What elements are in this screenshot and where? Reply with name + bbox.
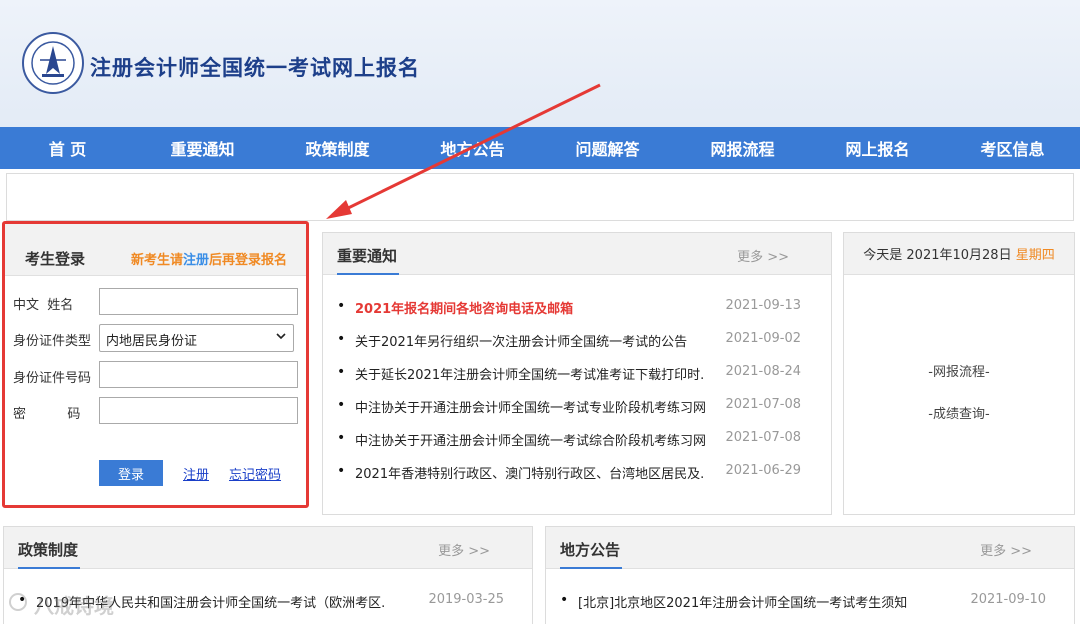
score-query-link[interactable]: -成绩查询-	[844, 403, 1074, 422]
list-item[interactable]: • [北京]北京地区2021年注册会计师全国统一考试考生须知 2021-09-10	[560, 589, 1046, 622]
login-tip-register-link[interactable]: 注册	[183, 253, 209, 268]
id-type-label: 身份证件类型	[13, 334, 92, 349]
id-number-input[interactable]	[99, 361, 298, 388]
login-tip: 新考生请注册后再登录报名	[131, 249, 287, 268]
news-title[interactable]: 关于延长2021年注册会计师全国统一考试准考证下载打印时...	[355, 364, 705, 383]
today-date: 今天是 2021年10月28日	[863, 248, 1012, 263]
id-number-row: 身份证件号码	[5, 361, 305, 389]
nav-faq[interactable]: 问题解答	[540, 127, 675, 169]
login-tip-suffix: 后再登录报名	[209, 253, 288, 268]
policy-header: 政策制度 更多 >>	[4, 527, 532, 569]
nav-home[interactable]: 首 页	[0, 127, 135, 169]
bullet-icon: •	[337, 463, 346, 479]
password-row: 密 码	[5, 397, 305, 425]
policy-more-link[interactable]: 更多 >>	[438, 540, 490, 559]
login-button[interactable]: 登录	[99, 460, 163, 486]
local-panel: 地方公告 更多 >> • [北京]北京地区2021年注册会计师全国统一考试考生须知…	[545, 526, 1075, 624]
local-title: 地方公告	[560, 541, 621, 559]
password-label: 密 码	[13, 407, 81, 422]
list-item[interactable]: • 关于2021年另行组织一次注册会计师全国统一考试的公告 2021-09-02	[337, 328, 801, 361]
main-nav: 首 页 重要通知 政策制度 地方公告 问题解答 网报流程 网上报名 考区信息	[0, 127, 1080, 169]
password-input[interactable]	[99, 397, 298, 424]
news-date: 2021-07-08	[725, 397, 801, 412]
news-date: 2019-03-25	[428, 592, 504, 607]
nav-notices[interactable]: 重要通知	[135, 127, 270, 169]
list-item[interactable]: • 2021年香港特别行政区、澳门特别行政区、台湾地区居民及... 2021-06-…	[337, 460, 801, 493]
news-date: 2021-07-08	[725, 430, 801, 445]
forgot-password-link[interactable]: 忘记密码	[229, 464, 281, 483]
name-label: 中文 姓名	[13, 298, 74, 313]
site-title: 注册会计师全国统一考试网上报名	[90, 56, 420, 80]
cicpa-logo-icon	[22, 32, 84, 94]
process-link[interactable]: -网报流程-	[844, 361, 1074, 380]
today-header: 今天是 2021年10月28日 星期四	[844, 233, 1074, 275]
news-date: 2021-09-10	[970, 592, 1046, 607]
login-header: 考生登录 新考生请注册后再登录报名	[5, 224, 306, 276]
login-tip-prefix: 新考生请	[131, 253, 184, 268]
news-date: 2021-09-13	[725, 298, 801, 313]
bullet-icon: •	[337, 430, 346, 446]
banner-area	[6, 173, 1074, 221]
nav-online-registration[interactable]: 网上报名	[810, 127, 945, 169]
news-title[interactable]: 2021年报名期间各地咨询电话及邮箱	[355, 298, 573, 317]
id-type-row: 身份证件类型 内地居民身份证	[5, 324, 305, 352]
news-title[interactable]: [北京]北京地区2021年注册会计师全国统一考试考生须知	[578, 592, 907, 611]
notices-header: 重要通知 更多 >>	[323, 233, 831, 275]
bullet-icon: •	[337, 298, 346, 314]
local-more-link[interactable]: 更多 >>	[980, 540, 1032, 559]
nav-policy[interactable]: 政策制度	[270, 127, 405, 169]
news-date: 2021-09-02	[725, 331, 801, 346]
news-title[interactable]: 中注协关于开通注册会计师全国统一考试专业阶段机考练习网站...	[355, 397, 705, 416]
nav-exam-areas[interactable]: 考区信息	[945, 127, 1080, 169]
site-header: 注册会计师全国统一考试网上报名	[0, 0, 1080, 127]
name-input[interactable]	[99, 288, 298, 315]
register-link[interactable]: 注册	[183, 464, 209, 483]
local-title-underline	[560, 567, 622, 569]
notices-list: • 2021年报名期间各地咨询电话及邮箱 2021-09-13 • 关于2021年另行…	[337, 295, 801, 493]
news-title[interactable]: 2021年香港特别行政区、澳门特别行政区、台湾地区居民及...	[355, 463, 705, 482]
bullet-icon: •	[337, 331, 346, 347]
bullet-icon: •	[337, 364, 346, 380]
list-item[interactable]: • 2021年报名期间各地咨询电话及邮箱 2021-09-13	[337, 295, 801, 328]
bullet-icon: •	[337, 397, 346, 413]
nav-process[interactable]: 网报流程	[675, 127, 810, 169]
notices-title-underline	[337, 273, 399, 275]
notices-more-link[interactable]: 更多 >>	[737, 246, 789, 265]
id-type-value: 内地居民身份证	[106, 334, 198, 349]
notices-title: 重要通知	[337, 247, 398, 265]
list-item[interactable]: • 中注协关于开通注册会计师全国统一考试综合阶段机考练习网站... 2021-07-…	[337, 427, 801, 460]
name-row: 中文 姓名	[5, 288, 305, 316]
login-title: 考生登录	[25, 250, 86, 268]
watermark-logo-icon	[8, 592, 28, 617]
bullet-icon: •	[560, 592, 569, 608]
chevron-down-icon	[275, 330, 287, 345]
list-item[interactable]: • 关于延长2021年注册会计师全国统一考试准考证下载打印时... 2021-08-…	[337, 361, 801, 394]
news-date: 2021-06-29	[725, 463, 801, 478]
id-number-label: 身份证件号码	[13, 371, 92, 386]
policy-title: 政策制度	[18, 541, 79, 559]
local-header: 地方公告 更多 >>	[546, 527, 1074, 569]
list-item[interactable]: • 中注协关于开通注册会计师全国统一考试专业阶段机考练习网站... 2021-07-…	[337, 394, 801, 427]
id-type-select[interactable]: 内地居民身份证	[99, 324, 294, 352]
news-title[interactable]: 中注协关于开通注册会计师全国统一考试综合阶段机考练习网站...	[355, 430, 705, 449]
policy-title-underline	[18, 567, 80, 569]
today-panel: 今天是 2021年10月28日 星期四 -网报流程- -成绩查询-	[843, 232, 1075, 515]
notices-panel: 重要通知 更多 >> • 2021年报名期间各地咨询电话及邮箱 2021-09-13…	[322, 232, 832, 515]
watermark: 八戒诗境	[8, 590, 114, 619]
news-date: 2021-08-24	[725, 364, 801, 379]
today-weekday: 星期四	[1015, 248, 1055, 263]
news-title[interactable]: 关于2021年另行组织一次注册会计师全国统一考试的公告	[355, 331, 687, 350]
watermark-text: 八戒诗境	[34, 594, 114, 618]
local-list: • [北京]北京地区2021年注册会计师全国统一考试考生须知 2021-09-10	[560, 589, 1046, 622]
nav-local-announcements[interactable]: 地方公告	[405, 127, 540, 169]
login-panel: 考生登录 新考生请注册后再登录报名 中文 姓名 身份证件类型 内地居民身份证 身…	[2, 221, 309, 508]
